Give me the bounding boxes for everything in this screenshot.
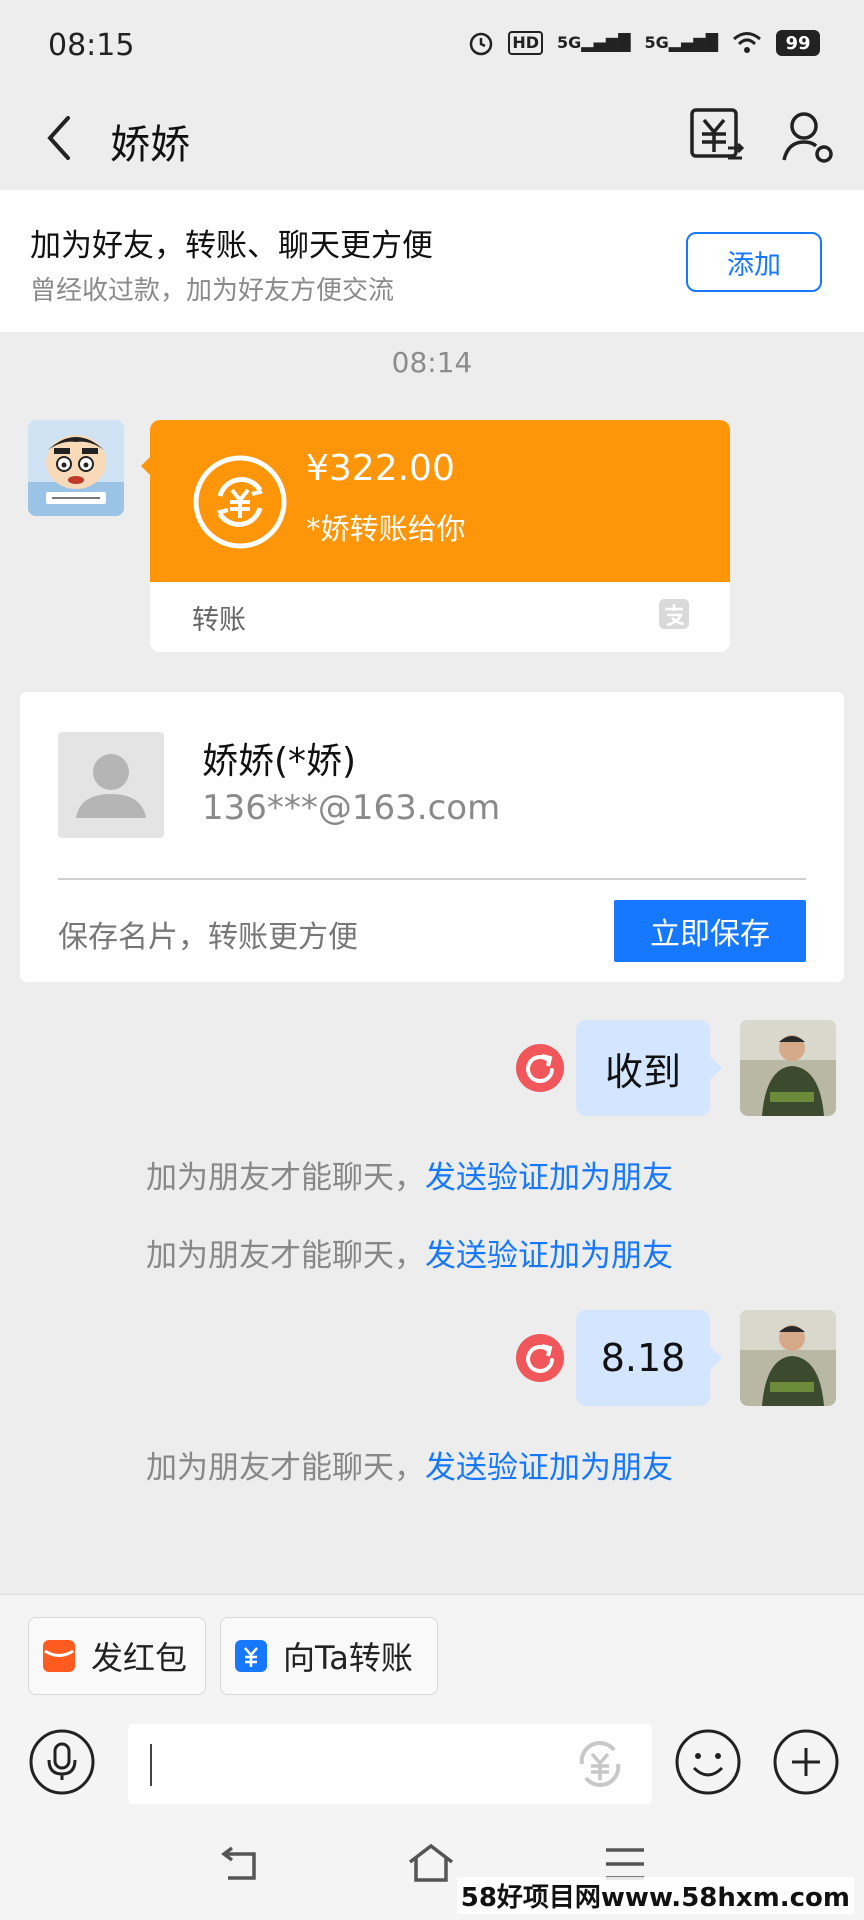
divider bbox=[58, 878, 806, 880]
signal-icon-1: 5G▂▄▆█ bbox=[557, 33, 631, 52]
hd-indicator: HD bbox=[508, 31, 544, 55]
status-time: 08:15 bbox=[48, 28, 135, 63]
resend-button[interactable] bbox=[516, 1334, 564, 1382]
signal-icon-2: 5G▂▄▆█ bbox=[644, 33, 718, 52]
alipay-logo-icon bbox=[658, 598, 690, 630]
text-caret bbox=[150, 1744, 152, 1786]
save-contact-hint: 保存名片，转账更方便 bbox=[58, 920, 358, 955]
add-friend-notice: 加为朋友才能聊天，发送验证加为朋友 bbox=[146, 1450, 673, 1486]
person-icon bbox=[76, 754, 146, 818]
soldier-photo-image bbox=[740, 1020, 836, 1116]
page-title: 娇娇 bbox=[110, 122, 190, 168]
send-verification-link[interactable]: 发送验证加为朋友 bbox=[425, 1450, 673, 1486]
transfer-coin-icon bbox=[192, 454, 288, 550]
banner-title: 加为好友，转账、聊天更方便 bbox=[30, 228, 433, 264]
add-friend-banner: 加为好友，转账、聊天更方便 曾经收过款，加为好友方便交流 添加 bbox=[0, 190, 864, 332]
emoji-button[interactable] bbox=[674, 1728, 742, 1796]
message-bubble-tail bbox=[710, 1346, 722, 1370]
back-button[interactable] bbox=[36, 108, 84, 168]
alarm-icon bbox=[470, 32, 493, 56]
yuan-transfer-icon bbox=[690, 108, 745, 160]
transfer-amount: ¥322.00 bbox=[306, 448, 455, 489]
watermark: 58好项目网www.58hxm.com bbox=[456, 1877, 854, 1914]
transfer-card-header: ¥322.00 *娇转账给你 bbox=[150, 420, 730, 582]
add-friend-button[interactable]: 添加 bbox=[686, 232, 822, 292]
my-avatar[interactable] bbox=[740, 1310, 836, 1406]
transfer-card[interactable]: ¥322.00 *娇转账给你 转账 bbox=[150, 420, 730, 652]
message-bubble-tail bbox=[710, 1056, 722, 1080]
transfer-note: *娇转账给你 bbox=[306, 512, 466, 546]
refresh-icon bbox=[526, 1344, 554, 1373]
home-nav-icon[interactable] bbox=[406, 1840, 456, 1886]
contact-avatar[interactable] bbox=[28, 420, 124, 516]
status-bar: 08:15 HD 5G▂▄▆█ 5G▂▄▆█ 99 bbox=[0, 0, 864, 90]
soldier-photo-image bbox=[740, 1310, 836, 1406]
resend-button[interactable] bbox=[516, 1044, 564, 1092]
message-bubble[interactable]: 8.18 bbox=[576, 1310, 710, 1406]
plus-icon bbox=[773, 1729, 839, 1795]
transfer-to-ta-button[interactable]: 向Ta转账 bbox=[220, 1617, 438, 1695]
save-contact-button[interactable]: 立即保存 bbox=[614, 900, 806, 962]
red-packet-button[interactable]: 发红包 bbox=[28, 1617, 206, 1695]
message-timestamp: 08:14 bbox=[391, 346, 473, 379]
add-friend-notice: 加为朋友才能聊天，发送验证加为朋友 bbox=[146, 1160, 673, 1196]
contact-placeholder-avatar bbox=[58, 732, 164, 838]
transfer-icon bbox=[235, 1640, 267, 1672]
wifi-icon bbox=[733, 32, 761, 53]
banner-subtitle: 曾经收过款，加为好友方便交流 bbox=[30, 276, 395, 306]
message-input[interactable] bbox=[128, 1724, 652, 1804]
yuan-transfer-input-icon[interactable] bbox=[570, 1734, 630, 1794]
smiley-icon bbox=[675, 1729, 741, 1795]
status-icons: HD 5G▂▄▆█ 5G▂▄▆█ 99 bbox=[468, 30, 820, 56]
cartoon-avatar-image bbox=[28, 420, 124, 516]
chat-settings-button[interactable] bbox=[780, 108, 836, 166]
transfer-record-button[interactable] bbox=[688, 106, 745, 164]
more-button[interactable] bbox=[772, 1728, 840, 1796]
my-avatar[interactable] bbox=[740, 1020, 836, 1116]
contact-card: 娇娇(*娇) 136***@163.com 保存名片，转账更方便 立即保存 bbox=[20, 692, 844, 982]
chevron-left-icon bbox=[47, 116, 70, 160]
microphone-icon bbox=[29, 1729, 95, 1795]
transfer-label: 转账 bbox=[192, 605, 246, 636]
voice-button[interactable] bbox=[28, 1728, 96, 1796]
contact-email: 136***@163.com bbox=[202, 788, 501, 828]
battery-indicator: 99 bbox=[776, 30, 820, 56]
user-settings-icon bbox=[782, 112, 833, 163]
refresh-icon bbox=[526, 1054, 554, 1083]
red-packet-icon bbox=[43, 1640, 75, 1672]
send-verification-link[interactable]: 发送验证加为朋友 bbox=[425, 1160, 673, 1196]
chat-header: 娇娇 bbox=[0, 90, 864, 190]
message-bubble[interactable]: 收到 bbox=[576, 1020, 710, 1116]
add-friend-notice: 加为朋友才能聊天，发送验证加为朋友 bbox=[146, 1238, 673, 1274]
back-nav-icon[interactable] bbox=[216, 1844, 266, 1888]
send-verification-link[interactable]: 发送验证加为朋友 bbox=[425, 1238, 673, 1274]
contact-name: 娇娇(*娇) bbox=[202, 741, 357, 782]
